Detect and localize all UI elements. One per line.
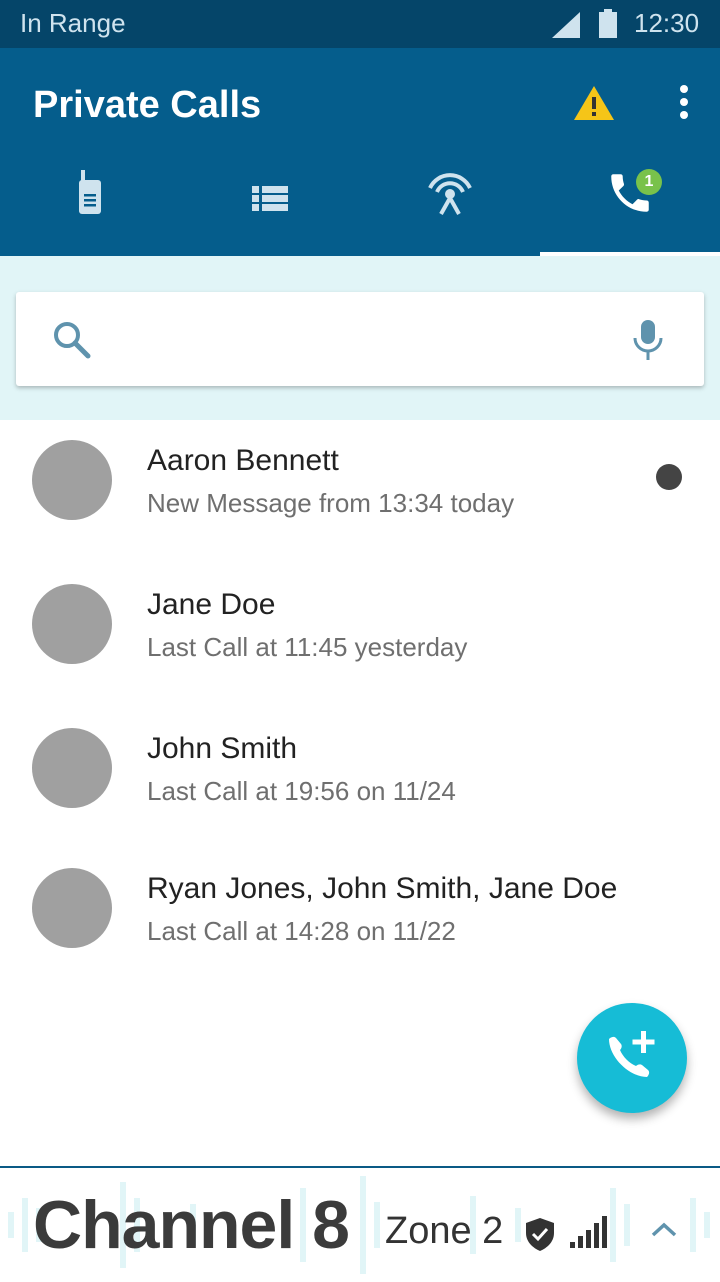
add-call-icon	[609, 1031, 655, 1077]
list-item[interactable]: Ryan Jones, John Smith, Jane Doe Last Ca…	[0, 848, 720, 988]
cell-signal-icon	[552, 12, 580, 38]
contact-name: Jane Doe	[147, 588, 276, 621]
unread-indicator	[656, 464, 682, 490]
contact-subtitle: Last Call at 14:28 on 11/22	[147, 916, 456, 946]
list-icon	[252, 186, 288, 211]
status-bar: In Range 12:30	[0, 0, 720, 48]
avatar	[32, 728, 112, 808]
tab-broadcast[interactable]	[360, 156, 540, 256]
signal-strength-icon	[570, 1216, 607, 1248]
contact-subtitle: Last Call at 11:45 yesterday	[147, 632, 468, 662]
radio-icon	[79, 170, 101, 214]
secure-shield-icon	[526, 1218, 554, 1251]
zone-name: Zone 2	[385, 1210, 504, 1252]
channel-bar[interactable]: Channel 8 Zone 2	[0, 1166, 720, 1282]
avatar	[32, 440, 112, 520]
list-item[interactable]: Jane Doe Last Call at 11:45 yesterday	[0, 564, 720, 704]
connection-status: In Range	[20, 8, 126, 38]
contact-subtitle: New Message from 13:34 today	[147, 488, 515, 518]
clock: 12:30	[634, 8, 700, 38]
tab-private-calls[interactable]: 1	[540, 156, 720, 256]
avatar	[32, 868, 112, 948]
contact-name: Aaron Bennett	[147, 444, 339, 477]
list-item[interactable]: Aaron Bennett New Message from 13:34 tod…	[0, 420, 720, 560]
avatar	[32, 584, 112, 664]
tab-list[interactable]	[180, 156, 360, 256]
search-area	[0, 256, 720, 420]
warning-icon[interactable]	[572, 84, 616, 122]
microphone-icon[interactable]	[630, 318, 666, 362]
new-call-button[interactable]	[577, 1003, 687, 1113]
search-icon[interactable]	[52, 320, 92, 360]
battery-icon	[599, 9, 617, 38]
page-title: Private Calls	[33, 84, 262, 126]
unread-badge: 1	[636, 169, 662, 195]
search-input[interactable]	[116, 316, 600, 364]
contact-name: John Smith	[147, 732, 298, 765]
list-item[interactable]: John Smith Last Call at 19:56 on 11/24	[0, 708, 720, 848]
tab-radio[interactable]	[0, 156, 180, 256]
app-bar: Private Calls 1	[0, 48, 720, 256]
more-options-icon[interactable]	[670, 84, 698, 120]
search-bar[interactable]	[16, 292, 704, 386]
contact-subtitle: Last Call at 19:56 on 11/24	[147, 776, 456, 806]
broadcast-icon	[428, 173, 472, 215]
contact-name: Ryan Jones, John Smith, Jane Doe	[147, 872, 618, 905]
channel-name: Channel 8	[33, 1187, 350, 1263]
chevron-up-icon[interactable]	[650, 1220, 678, 1238]
